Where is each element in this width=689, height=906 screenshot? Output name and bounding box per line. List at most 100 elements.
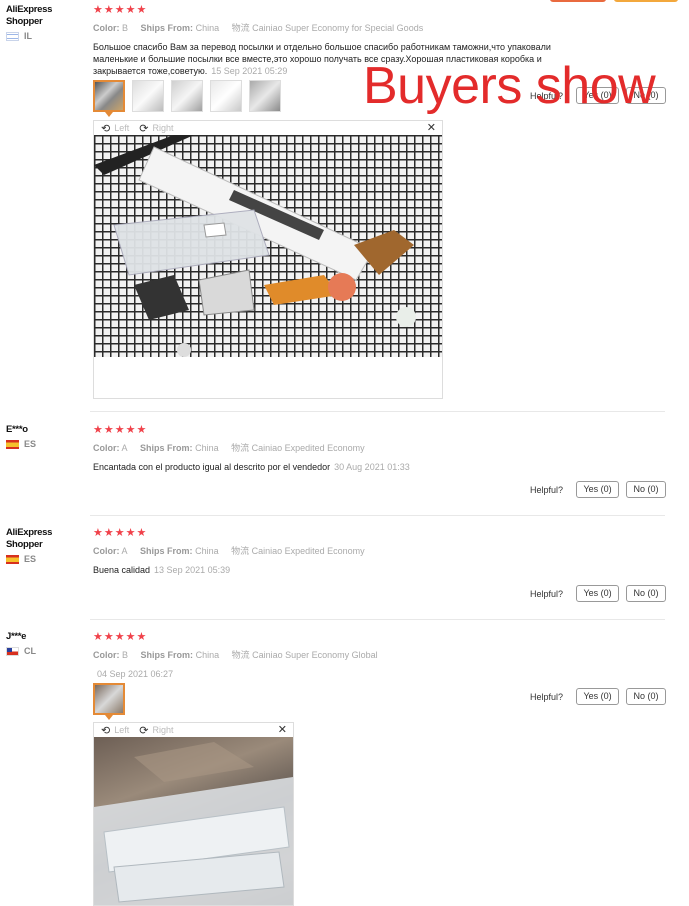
country-code: CL [24, 646, 36, 656]
review-meta: Color: A Ships From: China 物流 Cainiao Ex… [93, 544, 663, 557]
review-thumbnail[interactable] [171, 80, 203, 112]
spain-flag-icon [6, 439, 19, 449]
reviewer-country: ES [6, 554, 76, 564]
thumbnail-pointer [105, 715, 113, 720]
star-rating: ★★★★★ [93, 527, 148, 539]
helpful-bar: Helpful? Yes (0) No (0) [530, 481, 667, 498]
review-date: 13 Sep 2021 05:39 [154, 565, 231, 575]
review-thumbnail[interactable] [93, 683, 125, 715]
photo-illustration [94, 135, 416, 357]
review-divider [90, 515, 665, 516]
review-thumbnail[interactable] [132, 80, 164, 112]
rotate-left-label[interactable]: Left [114, 725, 129, 735]
ships-from-label: Ships From: [140, 23, 194, 33]
helpful-no-button[interactable]: No (0) [626, 481, 667, 498]
star-rating: ★★★★★ [93, 631, 148, 643]
review-thumbnail[interactable] [249, 80, 281, 112]
helpful-label: Helpful? [530, 588, 564, 599]
close-icon[interactable]: ✕ [278, 723, 287, 736]
helpful-yes-button[interactable]: Yes (0) [576, 585, 620, 602]
color-value: A [121, 546, 128, 556]
ships-from-value: China [195, 546, 219, 556]
top-button-left[interactable] [550, 0, 606, 2]
thumbnail-strip [93, 80, 281, 117]
helpful-no-button[interactable]: No (0) [626, 688, 667, 705]
ships-from-value: China [195, 443, 219, 453]
review-text: 04 Sep 2021 06:27 [93, 668, 663, 680]
review-meta: Color: B Ships From: China 物流 Cainiao Su… [93, 21, 663, 34]
close-icon[interactable]: ✕ [427, 121, 436, 134]
reviewer-info: AliExpress Shopper ES [6, 527, 76, 564]
reviewer-country: IL [6, 31, 76, 41]
review-photo [94, 135, 442, 357]
helpful-no-button[interactable]: No (0) [626, 585, 667, 602]
reviewer-info: J***e CL [6, 631, 76, 656]
image-viewer: ⟲ Left ⟳ Right ✕ [93, 722, 294, 906]
review-divider [90, 619, 665, 620]
logistics-value: 物流 Cainiao Expedited Economy [231, 443, 365, 453]
helpful-yes-button[interactable]: Yes (0) [576, 688, 620, 705]
review-text: Encantada con el producto igual al descr… [93, 461, 663, 473]
ships-from-value: China [195, 23, 220, 33]
reviewer-name: AliExpress Shopper [6, 4, 53, 27]
review-date: 30 Aug 2021 01:33 [334, 462, 410, 472]
helpful-yes-button[interactable]: Yes (0) [576, 481, 620, 498]
logistics-value: 物流 Cainiao Expedited Economy [231, 546, 365, 556]
photo-illustration [94, 742, 293, 905]
color-label: Color: [93, 23, 120, 33]
rotate-left-label[interactable]: Left [114, 123, 129, 133]
review-content: ★★★★★ Color: A Ships From: China 物流 Cain… [93, 424, 663, 473]
helpful-label: Helpful? [530, 484, 564, 495]
review-divider [90, 411, 665, 412]
thumbnail-strip [93, 683, 125, 720]
rotate-left-icon[interactable]: ⟲ [101, 122, 110, 135]
logistics-value: 物流 Cainiao Super Economy Global [231, 650, 378, 660]
top-button-right[interactable] [614, 0, 678, 2]
rotate-left-icon[interactable]: ⟲ [101, 724, 110, 737]
review-date: 04 Sep 2021 06:27 [97, 669, 174, 679]
buyers-show-watermark: Buyers show [363, 57, 656, 115]
review-thumbnail[interactable] [210, 80, 242, 112]
review-text: Buena calidad 13 Sep 2021 05:39 [93, 564, 663, 576]
color-value: B [122, 23, 129, 33]
color-value: A [121, 443, 128, 453]
color-label: Color: [93, 650, 120, 660]
color-label: Color: [93, 443, 120, 453]
review-meta: Color: B Ships From: China 物流 Cainiao Su… [93, 648, 663, 661]
country-code: IL [24, 31, 32, 41]
review-text-body: Encantada con el producto igual al descr… [93, 462, 331, 472]
rotate-right-icon[interactable]: ⟳ [139, 122, 148, 135]
ships-from-label: Ships From: [140, 546, 193, 556]
thumbnail-pointer [105, 112, 113, 117]
star-rating: ★★★★★ [93, 4, 148, 16]
color-value: B [122, 650, 129, 660]
helpful-label: Helpful? [530, 691, 564, 702]
reviewer-country: CL [6, 646, 76, 656]
review-content: ★★★★★ Color: B Ships From: China 物流 Cain… [93, 631, 663, 680]
helpful-bar: Helpful? Yes (0) No (0) [530, 585, 667, 602]
spain-flag-icon [6, 554, 19, 564]
viewer-toolbar: ⟲ Left ⟳ Right ✕ [94, 121, 442, 135]
review-date: 15 Sep 2021 05:29 [211, 66, 288, 76]
review-text-body: Buena calidad [93, 565, 151, 575]
review-thumbnail[interactable] [93, 80, 125, 112]
color-label: Color: [93, 546, 120, 556]
ships-from-label: Ships From: [140, 443, 193, 453]
reviewer-info: E***o ES [6, 424, 76, 449]
country-code: ES [24, 554, 37, 564]
helpful-bar: Helpful? Yes (0) No (0) [530, 688, 667, 705]
rotate-right-label[interactable]: Right [152, 123, 173, 133]
review-photo [94, 737, 293, 905]
rotate-right-icon[interactable]: ⟳ [139, 724, 148, 737]
israel-flag-icon [6, 31, 19, 41]
reviewer-name: AliExpress Shopper [6, 527, 53, 550]
rotate-right-label[interactable]: Right [152, 725, 173, 735]
viewer-toolbar: ⟲ Left ⟳ Right ✕ [94, 723, 293, 737]
review-meta: Color: A Ships From: China 物流 Cainiao Ex… [93, 441, 663, 454]
chile-flag-icon [6, 646, 19, 656]
ships-from-value: China [195, 650, 220, 660]
reviewer-name: E***o [6, 424, 28, 435]
logistics-value: 物流 Cainiao Super Economy for Special Goo… [231, 23, 424, 33]
reviewer-name: J***e [6, 631, 27, 642]
country-code: ES [24, 439, 37, 449]
